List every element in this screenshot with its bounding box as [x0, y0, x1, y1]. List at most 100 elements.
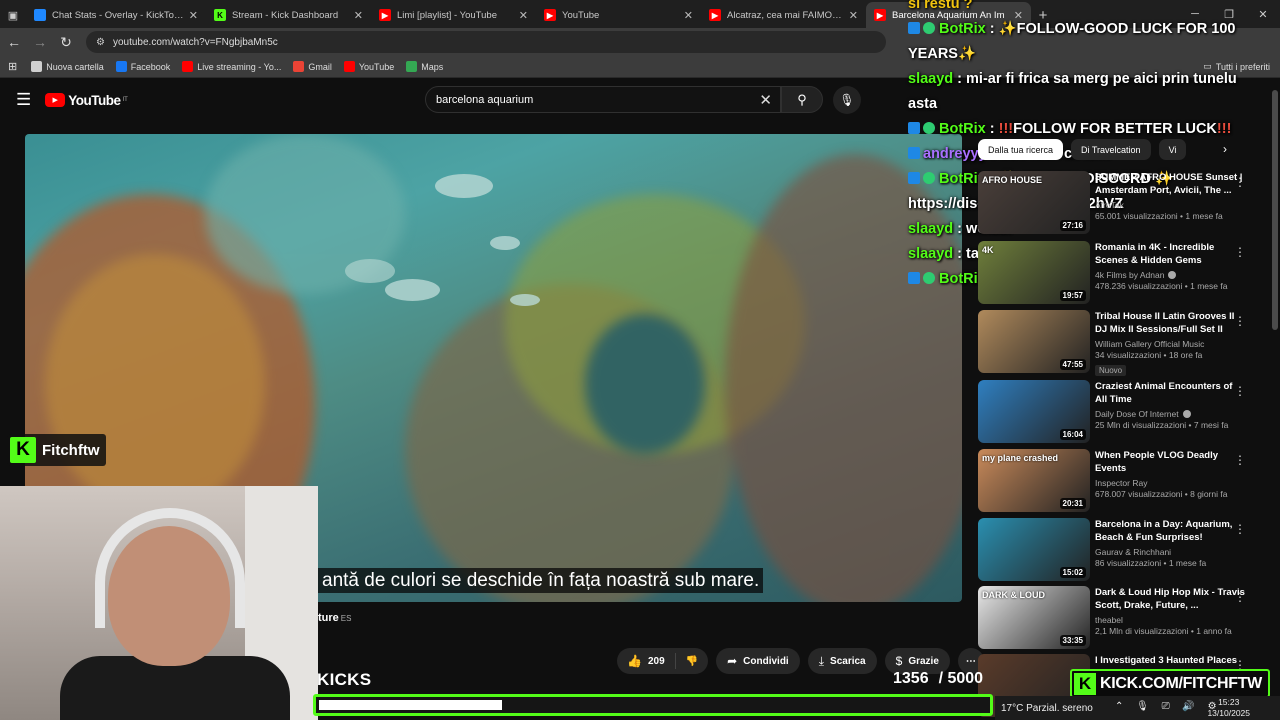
- kicks-current: 1356: [893, 670, 929, 687]
- close-tab-icon[interactable]: ✕: [849, 9, 858, 22]
- apps-icon[interactable]: ⊞: [8, 60, 17, 73]
- cave-shadow: [585, 314, 705, 454]
- thumbnail-text: AFRO HOUSE: [982, 175, 1043, 185]
- fish: [385, 279, 440, 301]
- bookmark-5[interactable]: YouTube: [343, 61, 394, 72]
- close-tab-icon[interactable]: ✕: [354, 9, 363, 22]
- tab-4[interactable]: ▶ YouTube ✕: [536, 2, 701, 28]
- tab-5[interactable]: ▶ Alcatraz, cea mai FAIMOASA Ins ✕: [701, 2, 866, 28]
- kicks-target: / 5000: [938, 670, 984, 687]
- more-options-icon[interactable]: ⋮: [1234, 384, 1246, 398]
- more-options-icon[interactable]: ⋮: [1234, 314, 1246, 328]
- video-title[interactable]: Barcelona in a Day: Aquarium, Beach & Fu…: [1095, 518, 1245, 544]
- channel-name[interactable]: AfroTek: [1095, 200, 1245, 210]
- more-options-icon[interactable]: ⋮: [1234, 453, 1246, 467]
- video-title[interactable]: Dark & Loud Hip Hop Mix - Travis Scott, …: [1095, 586, 1245, 612]
- reload-icon[interactable]: ↻: [54, 30, 78, 54]
- chevron-right-icon[interactable]: ›: [1223, 142, 1227, 156]
- video-title[interactable]: Tribal House II Latin Grooves II DJ Mix …: [1095, 310, 1245, 336]
- video-duration: 19:57: [1059, 290, 1086, 301]
- bookmark-label: Nuova cartella: [46, 61, 104, 72]
- address-bar[interactable]: ⚙ youtube.com/watch?v=FNgbjbaMn5c: [86, 31, 886, 53]
- system-tray-icons[interactable]: ⌃ 🎙 ⎚ 🔊 ⚙: [1115, 701, 1222, 712]
- recommended-video[interactable]: 47:55 Tribal House II Latin Grooves II D…: [978, 310, 1268, 376]
- close-tab-icon[interactable]: ✕: [519, 9, 528, 22]
- close-tab-icon[interactable]: ✕: [684, 9, 693, 22]
- youtube-wordmark: YouTube: [68, 92, 121, 108]
- video-thumbnail[interactable]: 4K 19:57: [978, 241, 1090, 304]
- recommended-video[interactable]: my plane crashed 20:31 When People VLOG …: [978, 449, 1268, 512]
- tab-1[interactable]: Chat Stats - Overlay - KickTools ✕: [26, 2, 206, 28]
- channel-label: AfroTek: [1095, 200, 1124, 210]
- channel-name[interactable]: Daily Dose Of Internet: [1095, 409, 1245, 419]
- video-thumbnail[interactable]: my plane crashed 20:31: [978, 449, 1090, 512]
- video-thumbnail[interactable]: 47:55: [978, 310, 1090, 373]
- more-options-icon[interactable]: ⋮: [1234, 522, 1246, 536]
- related-chips: Dalla tua ricerca Di Travelcation Vi: [978, 139, 1194, 160]
- bookmark-1[interactable]: Nuova cartella: [31, 61, 104, 72]
- fish: [510, 294, 540, 306]
- bookmark-2[interactable]: Facebook: [115, 61, 170, 72]
- channel-name[interactable]: Gaurav & Rinchhani: [1095, 547, 1245, 557]
- channel-name[interactable]: 4k Films by Adnan: [1095, 270, 1245, 280]
- video-title[interactable]: When People VLOG Deadly Events: [1095, 449, 1245, 475]
- chip-3[interactable]: Vi: [1158, 139, 1187, 160]
- bookmark-4[interactable]: Gmail: [293, 61, 332, 72]
- more-options-icon[interactable]: ⋮: [1234, 590, 1246, 604]
- search-input[interactable]: barcelona aquarium ✕: [425, 86, 781, 113]
- back-icon[interactable]: ←: [2, 30, 26, 54]
- video-thumbnail[interactable]: DARK & LOUD 33:35: [978, 586, 1090, 649]
- tab-search-icon[interactable]: ▣: [0, 2, 26, 28]
- video-stats: 86 visualizzazioni • 1 mese fa: [1095, 558, 1207, 568]
- bookmark-6[interactable]: Maps: [406, 61, 443, 72]
- video-info: SUMMER AFRO HOUSE Sunset | Amsterdam Por…: [1095, 171, 1245, 221]
- more-options-icon[interactable]: ⋮: [1234, 175, 1246, 189]
- voice-search-button[interactable]: 🎙: [833, 86, 861, 114]
- clear-search-icon[interactable]: ✕: [759, 91, 772, 109]
- video-thumbnail[interactable]: 15:02: [978, 518, 1090, 581]
- youtube-logo[interactable]: ▶ YouTube IT: [45, 93, 128, 108]
- forward-icon[interactable]: →: [28, 30, 52, 54]
- like-dislike-group: 👍 209 👎: [617, 648, 709, 674]
- download-button[interactable]: ⤓ Scarica: [807, 648, 877, 674]
- recommended-video[interactable]: 4K 19:57 Romania in 4K - Incredible Scen…: [978, 241, 1268, 304]
- video-thumbnail[interactable]: 16:04: [978, 380, 1090, 443]
- fish: [345, 259, 395, 283]
- recommended-video[interactable]: DARK & LOUD 33:35 Dark & Loud Hip Hop Mi…: [978, 586, 1268, 649]
- channel-name[interactable]: theabel: [1095, 615, 1245, 625]
- clock[interactable]: 15:23 13/10/2025: [1207, 697, 1250, 719]
- recommended-video[interactable]: 16:04 Craziest Animal Encounters of All …: [978, 380, 1268, 443]
- more-options-icon[interactable]: ⋮: [1234, 245, 1246, 259]
- video-title[interactable]: I Investigated 3 Haunted Places: [1095, 654, 1245, 667]
- recommended-video[interactable]: AFRO HOUSE 27:16 SUMMER AFRO HOUSE Sunse…: [978, 171, 1268, 234]
- webcam-feed: [0, 486, 318, 720]
- video-duration: 33:35: [1059, 635, 1086, 646]
- bookmark-3[interactable]: Live streaming - Yo...: [182, 61, 281, 72]
- recommended-video[interactable]: 15:02 Barcelona in a Day: Aquarium, Beac…: [978, 518, 1268, 581]
- tab-3[interactable]: ▶ Limi [playlist] - YouTube ✕: [371, 2, 536, 28]
- bookmark-icon: [115, 61, 127, 72]
- close-tab-icon[interactable]: ✕: [189, 9, 198, 22]
- like-button[interactable]: 👍 209: [617, 653, 676, 669]
- tab-title: Stream - Kick Dashboard: [232, 9, 339, 21]
- share-button[interactable]: ➦ Condividi: [716, 648, 800, 674]
- channel-name[interactable]: Inspector Ray: [1095, 478, 1245, 488]
- channel-name[interactable]: William Gallery Official Music: [1095, 339, 1245, 349]
- video-title[interactable]: Romania in 4K - Incredible Scenes & Hidd…: [1095, 241, 1245, 267]
- kicks-progress-bar: [313, 694, 993, 716]
- chip-1[interactable]: Dalla tua ricerca: [978, 139, 1064, 160]
- headphones: [95, 508, 245, 628]
- search-button[interactable]: ⚲: [781, 86, 823, 113]
- menu-icon[interactable]: ☰: [16, 90, 31, 110]
- page-scrollbar[interactable]: [1272, 90, 1278, 330]
- site-info-icon[interactable]: ⚙: [96, 37, 105, 48]
- chip-2[interactable]: Di Travelcation: [1071, 139, 1151, 160]
- video-title[interactable]: SUMMER AFRO HOUSE Sunset | Amsterdam Por…: [1095, 171, 1245, 197]
- tab-2[interactable]: K Stream - Kick Dashboard ✕: [206, 2, 371, 28]
- video-title[interactable]: Craziest Animal Encounters of All Time: [1095, 380, 1245, 406]
- video-thumbnail[interactable]: AFRO HOUSE 27:16: [978, 171, 1090, 234]
- bookmark-label: Live streaming - Yo...: [197, 61, 282, 72]
- kick-logo-icon: K: [10, 437, 36, 463]
- dislike-button[interactable]: 👎: [676, 656, 708, 667]
- weather-widget[interactable]: 17°C Parzial. sereno: [1001, 703, 1093, 714]
